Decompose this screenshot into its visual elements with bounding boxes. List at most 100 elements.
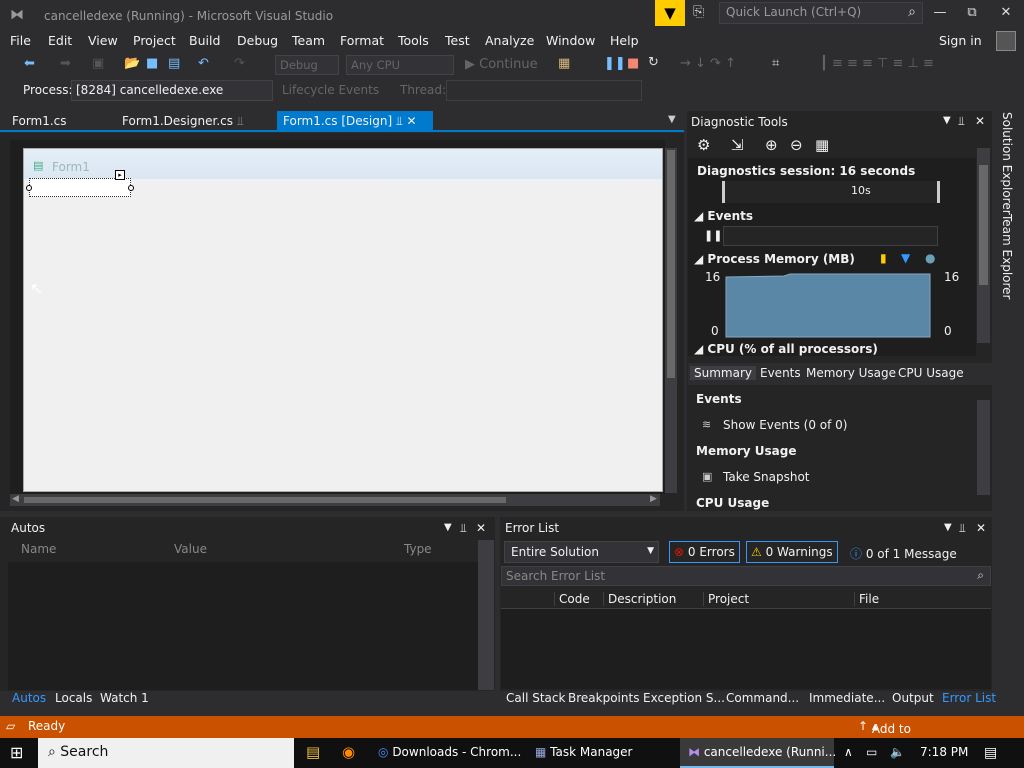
pin-icon[interactable]: ⫫ — [959, 521, 966, 536]
minimize-button[interactable]: — — [928, 5, 952, 20]
zoom-in-icon[interactable]: ⊕ — [765, 136, 778, 154]
column-code[interactable]: Code — [554, 592, 590, 606]
configuration-select[interactable]: Debug — [275, 55, 339, 75]
forward-icon[interactable]: ➡ — [60, 56, 71, 71]
step-icons[interactable]: → ↓ ↷ ↑ — [680, 56, 736, 71]
tab-form1-designer-cs[interactable]: Form1.Designer.cs ⫫ — [116, 111, 250, 131]
close-tab-icon[interactable]: ✕ — [407, 114, 417, 128]
pane-menu-icon[interactable]: ▼ — [444, 522, 452, 533]
cpu-section[interactable]: ◢ CPU (% of all processors) — [694, 342, 878, 356]
zoom-out-icon[interactable]: ⊖ — [790, 136, 803, 154]
settings-icon[interactable]: ⚙ — [697, 136, 710, 154]
network-icon[interactable]: ▭ — [866, 745, 877, 759]
autos-grid[interactable] — [8, 562, 493, 690]
open-file-icon[interactable]: 📂 — [124, 56, 140, 71]
close-window-button[interactable]: ✕ — [994, 5, 1018, 20]
take-snapshot-button[interactable]: Take Snapshot — [723, 470, 810, 484]
menu-project[interactable]: Project — [133, 33, 176, 48]
restart-icon[interactable]: ↻ — [648, 55, 659, 70]
tab-form1-design[interactable]: Form1.cs [Design] ⫫ ✕ — [277, 111, 433, 131]
pane-menu-icon[interactable]: ▼ — [944, 522, 952, 533]
tab-call-stack[interactable]: Call Stack — [506, 691, 565, 705]
pause-events-icon[interactable]: ❚❚ — [704, 229, 722, 242]
lifecycle-events-button[interactable]: Lifecycle Events — [282, 83, 379, 97]
back-icon[interactable]: ⬅ — [24, 56, 35, 71]
save-icon[interactable]: ■ — [146, 56, 158, 71]
tab-memory-usage[interactable]: Memory Usage — [806, 366, 896, 380]
column-value[interactable]: Value — [174, 542, 207, 556]
messages-filter-button[interactable]: ⓘ 0 of 1 Message — [845, 541, 962, 563]
events-section[interactable]: ◢ Events — [694, 209, 753, 223]
pin-icon[interactable]: ⫫ — [460, 521, 467, 536]
taskbar-visual-studio[interactable]: ⧓ cancelledexe (Runni... — [688, 745, 836, 759]
side-tab-solution-explorer[interactable]: Solution Explorer — [1000, 112, 1014, 215]
tab-events[interactable]: Events — [760, 366, 801, 380]
menu-format[interactable]: Format — [340, 33, 384, 48]
tab-exception-settings[interactable]: Exception S... — [643, 691, 725, 705]
vertical-scroll-thumb[interactable] — [667, 150, 675, 378]
tab-output[interactable]: Output — [892, 691, 934, 705]
menu-build[interactable]: Build — [189, 33, 220, 48]
column-project[interactable]: Project — [703, 592, 749, 606]
maximize-button[interactable]: ⧉ — [960, 5, 984, 20]
new-project-icon[interactable]: ▣ — [92, 56, 104, 71]
continue-button[interactable]: ▶ Continue — [465, 57, 538, 72]
taskbar-task-manager[interactable]: ▦ Task Manager — [535, 745, 632, 759]
menu-view[interactable]: View — [88, 33, 118, 48]
tab-summary[interactable]: Summary — [690, 366, 756, 380]
diagnostic-scroll-thumb[interactable] — [979, 165, 988, 285]
reset-view-icon[interactable]: ▦ — [815, 136, 829, 154]
error-list-grid[interactable] — [501, 609, 991, 689]
action-center-icon[interactable]: ▤ — [984, 745, 997, 761]
firefox-icon[interactable]: ◉ — [342, 743, 355, 761]
menu-window[interactable]: Window — [546, 33, 595, 48]
scope-select[interactable]: Entire Solution ▼ — [504, 541, 659, 563]
memory-section[interactable]: ◢ Process Memory (MB) — [694, 252, 855, 266]
resize-handle-right[interactable] — [128, 185, 134, 191]
file-explorer-icon[interactable]: ▤ — [306, 743, 320, 761]
errors-filter-button[interactable]: ⊗ 0 Errors — [669, 541, 740, 563]
summary-scrollbar[interactable] — [977, 400, 990, 495]
menu-tools[interactable]: Tools — [398, 33, 429, 48]
close-pane-icon[interactable]: ✕ — [476, 521, 486, 535]
redo-icon[interactable]: ↷ — [234, 56, 245, 71]
tab-autos[interactable]: Autos — [12, 691, 46, 705]
taskbar-chrome[interactable]: ◎ Downloads - Chrom... — [378, 745, 521, 759]
pause-icon[interactable]: ❚❚ — [604, 56, 626, 71]
column-type[interactable]: Type — [404, 542, 432, 556]
process-select[interactable]: [8284] cancelledexe.exe — [71, 80, 273, 101]
platform-select[interactable]: Any CPU — [346, 55, 454, 75]
taskbar-search-box[interactable]: ⌕ Search — [38, 738, 294, 768]
attach-icon[interactable]: ▦ — [558, 56, 570, 71]
tab-locals[interactable]: Locals — [55, 691, 92, 705]
tab-overflow-icon[interactable]: ▼ — [668, 114, 676, 125]
menu-debug[interactable]: Debug — [237, 33, 278, 48]
pin-icon[interactable]: ⫫ — [396, 114, 403, 128]
scroll-right-icon[interactable]: ▶ — [650, 494, 657, 504]
save-all-icon[interactable]: ▤ — [168, 56, 180, 71]
tray-overflow-icon[interactable]: ∧ — [844, 745, 853, 759]
menu-team[interactable]: Team — [292, 33, 325, 48]
pin-icon[interactable]: ⫫ — [237, 114, 244, 128]
form1-preview[interactable]: Form1 — [23, 148, 663, 492]
tab-cpu-usage[interactable]: CPU Usage — [898, 366, 964, 380]
menu-test[interactable]: Test — [445, 33, 470, 48]
close-pane-icon[interactable]: ✕ — [975, 114, 985, 128]
column-description[interactable]: Description — [603, 592, 676, 606]
close-pane-icon[interactable]: ✕ — [976, 521, 986, 535]
tab-immediate-window[interactable]: Immediate... — [809, 691, 885, 705]
quick-launch-input[interactable]: Quick Launch (Ctrl+Q) ⌕ — [719, 2, 923, 24]
feedback-icon[interactable]: ⎘ — [693, 4, 704, 20]
timeline-ruler[interactable] — [722, 181, 940, 203]
menu-help[interactable]: Help — [610, 33, 639, 48]
volume-icon[interactable]: 🔈 — [890, 745, 905, 759]
tab-error-list[interactable]: Error List — [942, 691, 996, 705]
column-file[interactable]: File — [854, 592, 879, 606]
hex-icon[interactable]: ⌗ — [772, 56, 779, 71]
pane-menu-icon[interactable]: ▼ — [943, 115, 951, 126]
menu-edit[interactable]: Edit — [48, 33, 72, 48]
smart-tag-icon[interactable]: ▸ — [115, 170, 125, 180]
windows-start-icon[interactable]: ⊞ — [10, 743, 23, 762]
notifications-filter-icon[interactable]: ▼ — [655, 0, 685, 26]
scroll-left-icon[interactable]: ◀ — [12, 494, 19, 504]
